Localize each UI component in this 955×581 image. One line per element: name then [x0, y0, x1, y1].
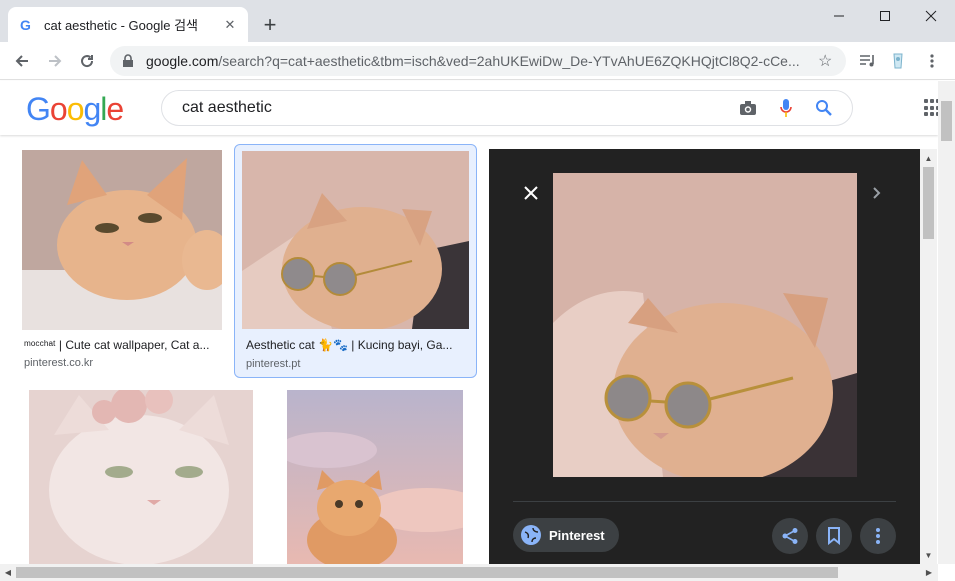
media-playlist-icon[interactable]	[858, 51, 878, 71]
image-result-card[interactable]: ᵐᵒᶜᶜʰᵃᵗ | Cute cat wallpaper, Cat a... p…	[16, 144, 230, 376]
url-path: /search?q=cat+aesthetic&tbm=isch&ved=2ah…	[218, 53, 800, 69]
result-thumbnail[interactable]	[29, 390, 253, 564]
image-preview-panel: Pinterest	[489, 149, 920, 564]
more-options-button[interactable]	[860, 518, 896, 554]
divider	[513, 501, 896, 502]
scroll-up-icon[interactable]: ▲	[920, 151, 937, 165]
source-label: Pinterest	[549, 527, 605, 543]
logo-letter: o	[49, 91, 68, 127]
save-button[interactable]	[816, 518, 852, 554]
address-bar[interactable]: google.com/search?q=cat+aesthetic&tbm=is…	[110, 46, 846, 76]
bookmark-star-icon[interactable]: ☆	[818, 51, 834, 71]
horizontal-scrollbar-thumb[interactable]	[16, 567, 838, 578]
scroll-left-icon[interactable]: ◀	[0, 564, 16, 581]
chevron-right-icon	[873, 187, 881, 199]
back-arrow-icon	[15, 55, 28, 67]
scroll-right-icon[interactable]: ▶	[921, 564, 937, 581]
image-results: ᵐᵒᶜᶜʰᵃᵗ | Cute cat wallpaper, Cat a... p…	[0, 136, 490, 564]
page-vertical-scrollbar[interactable]	[938, 81, 955, 564]
scrollbar-thumb[interactable]	[923, 167, 934, 239]
preview-image[interactable]	[553, 173, 857, 477]
google-logo[interactable]: Google	[26, 91, 124, 128]
microphone-icon[interactable]	[772, 94, 800, 122]
minimize-button[interactable]	[816, 0, 861, 32]
maximize-icon	[879, 11, 890, 21]
logo-letter: g	[83, 91, 101, 127]
browser-titlebar: G cat aesthetic - Google 검색 ✕ +	[0, 0, 955, 42]
result-caption[interactable]: Aesthetic cat 🐈🐾 | Kucing bayi, Ga...	[246, 338, 468, 352]
maximize-button[interactable]	[862, 0, 907, 32]
result-thumbnail[interactable]	[22, 150, 222, 330]
page-scrollbar-thumb[interactable]	[941, 101, 952, 141]
minimize-icon	[833, 15, 844, 17]
apps-grid-icon[interactable]	[924, 99, 940, 117]
preview-scrollbar[interactable]: ▲ ▼	[920, 149, 937, 564]
google-header: Google	[0, 81, 940, 135]
logo-letter: e	[106, 91, 124, 127]
tab-close-icon[interactable]: ✕	[222, 17, 238, 33]
globe-icon	[521, 525, 541, 545]
image-result-card[interactable]	[22, 384, 258, 564]
close-window-icon	[925, 10, 936, 22]
result-source[interactable]: pinterest.co.kr	[24, 357, 93, 369]
browser-menu-icon[interactable]	[922, 51, 942, 71]
search-icon[interactable]	[810, 94, 838, 122]
extension-icon[interactable]	[888, 51, 908, 71]
logo-letter: o	[66, 91, 85, 127]
browser-toolbar: google.com/search?q=cat+aesthetic&tbm=is…	[0, 42, 955, 80]
result-thumbnail[interactable]	[287, 390, 463, 564]
reload-icon	[81, 55, 94, 68]
share-button[interactable]	[772, 518, 808, 554]
close-icon[interactable]	[519, 181, 543, 205]
image-result-card[interactable]	[280, 384, 470, 564]
url-domain: google.com	[146, 53, 219, 69]
reload-button[interactable]	[75, 49, 99, 73]
result-caption[interactable]: ᵐᵒᶜᶜʰᵃᵗ | Cute cat wallpaper, Cat a...	[24, 338, 222, 352]
source-site-button[interactable]: Pinterest	[513, 518, 619, 552]
image-result-card-selected[interactable]: Aesthetic cat 🐈🐾 | Kucing bayi, Ga... pi…	[234, 144, 477, 378]
result-source[interactable]: pinterest.pt	[246, 358, 300, 370]
google-favicon-icon: G	[18, 17, 34, 33]
search-input[interactable]	[182, 99, 724, 117]
search-box	[161, 90, 853, 126]
lock-icon	[122, 54, 136, 68]
scroll-down-icon[interactable]: ▼	[920, 548, 937, 562]
share-icon	[782, 528, 798, 544]
forward-arrow-icon	[49, 55, 62, 67]
browser-tab[interactable]: G cat aesthetic - Google 검색 ✕	[8, 7, 248, 42]
back-button[interactable]	[10, 49, 34, 73]
forward-button[interactable]	[43, 49, 67, 73]
more-vert-icon	[876, 528, 880, 544]
camera-icon[interactable]	[734, 94, 762, 122]
horizontal-scrollbar[interactable]: ◀ ▶	[0, 564, 938, 581]
svg-text:G: G	[20, 17, 31, 33]
url-text: google.com/search?q=cat+aesthetic&tbm=is…	[146, 53, 818, 69]
result-thumbnail[interactable]	[242, 151, 469, 329]
bookmark-icon	[828, 527, 840, 545]
tab-title: cat aesthetic - Google 검색	[44, 18, 198, 33]
close-window-button[interactable]	[908, 0, 953, 32]
logo-letter: G	[26, 91, 51, 127]
new-tab-button[interactable]: +	[258, 13, 282, 37]
next-image-button[interactable]	[863, 180, 889, 206]
